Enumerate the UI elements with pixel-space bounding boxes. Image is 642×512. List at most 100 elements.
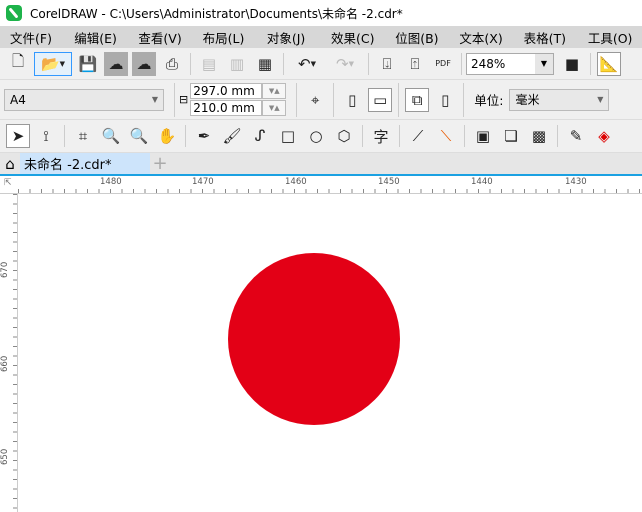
menu-layout[interactable]: 布局(L) (193, 28, 257, 47)
zoom-tool-icon[interactable]: 🔍 (99, 124, 123, 148)
menu-object[interactable]: 对象(J) (257, 28, 321, 47)
dimension-tool-icon[interactable]: ⟋ (406, 124, 430, 148)
page-width-input[interactable]: 297.0 mm (190, 83, 263, 99)
ruler-ticks (18, 189, 642, 193)
new-document-icon[interactable]: 🗋 (6, 52, 30, 76)
polygon-tool-icon[interactable]: ⬡ (332, 124, 356, 148)
freehand-tool-icon[interactable]: ᔑ (248, 124, 272, 148)
ruler-label: 1470 (192, 177, 214, 187)
menu-bar: 文件(F) 编辑(E) 查看(V) 布局(L) 对象(J) 效果(C) 位图(B… (0, 26, 642, 48)
ruler-label: 1480 (100, 177, 122, 187)
drawing-canvas[interactable] (19, 195, 642, 512)
paste-icon[interactable]: ▦ (253, 52, 277, 76)
save-icon[interactable]: 💾 (76, 52, 100, 76)
ruler-label: 1460 (285, 177, 307, 187)
menu-view[interactable]: 查看(V) (128, 28, 192, 47)
drop-shadow-tool-icon[interactable]: ❏ (499, 124, 523, 148)
chevron-down-icon: ▼ (151, 95, 158, 104)
ruler-label: 1450 (378, 177, 400, 187)
separator (463, 82, 465, 117)
menu-table[interactable]: 表格(T) (514, 28, 578, 47)
separator (296, 82, 298, 117)
ellipse-tool-icon[interactable]: ○ (304, 124, 328, 148)
page-orientation-settings-icon[interactable]: ⌖ (303, 88, 327, 112)
rectangle-tool-icon[interactable]: □ (276, 124, 300, 148)
pan-tool-icon[interactable]: ✋ (155, 124, 179, 148)
undo-icon[interactable]: ↶ ▼ (290, 52, 324, 76)
menu-file[interactable]: 文件(F) (0, 28, 64, 47)
options-ruler-icon[interactable]: 📐 (597, 51, 621, 76)
portrait-icon[interactable]: ▯ (340, 88, 364, 112)
page-size-select[interactable]: A4 ▼ (4, 88, 164, 111)
zoom-level-select[interactable]: 248% ▼ (466, 52, 554, 75)
landscape-icon[interactable]: ▭ (368, 87, 393, 112)
separator (174, 82, 175, 117)
connector-tool-icon[interactable]: ⟍ (434, 124, 458, 148)
tab-document[interactable]: 未命名 -2.cdr* (20, 153, 150, 174)
zoom-out-tool-icon[interactable]: 🔍 (127, 124, 151, 148)
add-tab-icon[interactable]: + (150, 153, 170, 174)
toolbox: ➤ ⟟ ⌗ 🔍 🔍 ✋ ✒ 🖌 ᔑ □ ○ ⬡ 字 ⟋ ⟍ ▣ ❏ ▩ ✎ ◈ (0, 120, 642, 153)
fill-tool-icon[interactable]: ◈ (592, 124, 616, 148)
separator (333, 82, 335, 117)
cut-icon[interactable]: ▤ (197, 52, 221, 76)
separator (368, 52, 369, 75)
separator (185, 125, 186, 147)
print-icon[interactable]: ⎙ (160, 52, 184, 76)
red-circle-shape[interactable] (228, 253, 400, 425)
separator (283, 52, 284, 75)
page-height-input[interactable]: 210.0 mm (190, 100, 263, 116)
copy-icon[interactable]: ▥ (225, 52, 249, 76)
eyedropper-tool-icon[interactable]: ✎ (564, 124, 588, 148)
shape-tool-icon[interactable]: ⟟ (34, 124, 58, 148)
ruler-label: 660 (0, 355, 10, 372)
cloud-download-icon[interactable]: ☁ (104, 51, 128, 76)
pen-tool-icon[interactable]: ✒ (192, 124, 216, 148)
menu-edit[interactable]: 编辑(E) (64, 28, 128, 47)
export-pdf-icon[interactable]: PDF (431, 52, 455, 76)
pick-tool-icon[interactable]: ➤ (6, 124, 30, 148)
ruler-label: 650 (0, 448, 10, 465)
all-pages-icon[interactable]: ⧉ (405, 87, 430, 112)
vertical-ruler[interactable]: 670 660 650 (0, 194, 18, 512)
page-dimension-icon: ⊟ (179, 93, 189, 106)
current-page-icon[interactable]: ▯ (433, 88, 457, 112)
ruler-origin-icon[interactable]: ⇱ (4, 178, 12, 188)
cloud-upload-icon[interactable]: ☁ (132, 51, 156, 76)
ruler-label: 1440 (471, 177, 493, 187)
ruler-ticks (13, 194, 17, 512)
separator (398, 82, 400, 117)
width-spinner[interactable]: ▼▲ (262, 83, 287, 99)
chevron-down-icon: ▼ (597, 95, 604, 104)
brush-tool-icon[interactable]: 🖌 (220, 124, 244, 148)
menu-effects[interactable]: 效果(C) (321, 28, 385, 47)
tab-label: 未命名 -2.cdr* (24, 158, 112, 173)
horizontal-ruler[interactable]: ⇱ 1480 1470 1460 1450 1440 1430 (0, 176, 642, 194)
menu-text[interactable]: 文本(X) (449, 28, 513, 47)
contour-tool-icon[interactable]: ▣ (471, 124, 495, 148)
height-spinner[interactable]: ▼▲ (262, 100, 287, 116)
separator (461, 52, 462, 75)
units-label: 单位: (474, 93, 504, 108)
menu-tools[interactable]: 工具(O) (578, 28, 642, 47)
full-screen-icon[interactable]: ■ (560, 52, 584, 76)
units-select[interactable]: 毫米 ▼ (509, 88, 610, 111)
crop-tool-icon[interactable]: ⌗ (71, 124, 95, 148)
title-bar: CorelDRAW - C:\Users\Administrator\Docum… (0, 0, 642, 26)
standard-toolbar: 🗋 📂 ▼ 💾 ☁ ☁ ⎙ ▤ ▥ ▦ ↶ ▼ ↷ ▼ ⍗ ⍐ PDF 248% ▼ ■… (0, 48, 642, 80)
transparency-tool-icon[interactable]: ▩ (527, 124, 551, 148)
menu-bitmaps[interactable]: 位图(B) (385, 28, 449, 47)
open-document-button[interactable]: 📂 ▼ (34, 51, 72, 76)
separator (464, 125, 465, 147)
redo-icon[interactable]: ↷ ▼ (328, 52, 362, 76)
ruler-label: 1430 (565, 177, 587, 187)
home-icon[interactable]: ⌂ (0, 155, 20, 173)
separator (399, 125, 400, 147)
text-tool-icon[interactable]: 字 (369, 124, 393, 148)
ruler-label: 670 (0, 261, 10, 278)
export-icon[interactable]: ⍐ (403, 52, 427, 76)
separator (190, 52, 191, 75)
page-dimensions: 297.0 mm ▼▲ 210.0 mm ▼▲ (190, 83, 287, 116)
page-size-value: A4 (10, 92, 26, 107)
import-icon[interactable]: ⍗ (375, 52, 399, 76)
